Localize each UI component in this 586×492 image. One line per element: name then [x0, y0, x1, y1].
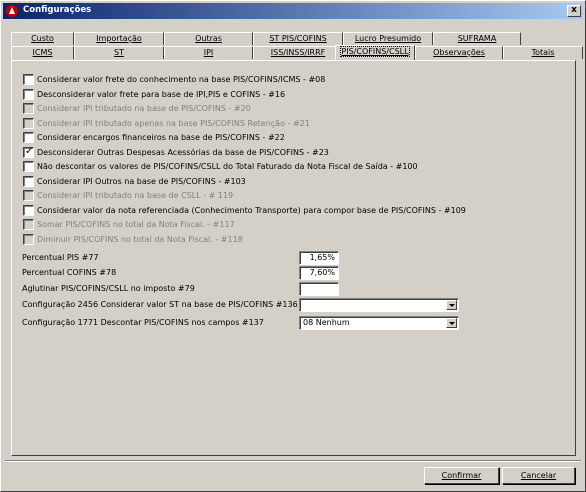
- tab-ipi[interactable]: IPI: [164, 46, 253, 59]
- aglutinar-input[interactable]: [299, 282, 339, 296]
- checkbox: [23, 190, 34, 201]
- chevron-down-icon[interactable]: [446, 300, 457, 310]
- tab-label: Observações: [433, 48, 485, 57]
- tab-label: ICMS: [32, 48, 53, 57]
- checkbox: [23, 117, 34, 129]
- checkbox-label: Diminuir PIS/COFINS no total da Nota Fis…: [37, 234, 243, 244]
- checkbox-label: Considerar IPI tributado apenas na base …: [37, 118, 310, 128]
- chevron-down-icon[interactable]: [446, 318, 457, 328]
- tab-importa-o[interactable]: Importação: [74, 32, 164, 45]
- confirm-button-label: Confirmar: [441, 471, 482, 480]
- tab-row-bottom: ICMS ST IPI ISS/INSS/IRRF PIS/COFINS/CSLL Obs…: [11, 45, 583, 60]
- checkbox-label: Somar PIS/COFINS no total da Nota Fiscal…: [37, 220, 235, 229]
- pis-label: Percentual PIS #77: [22, 253, 99, 262]
- cancel-button-label: Cancelar: [520, 471, 557, 480]
- checkbox-label: Considerar valor da nota referenciada (C…: [37, 205, 466, 215]
- checkbox-label: Considerar encargos financeiros na base …: [37, 133, 285, 142]
- tab-label: SUFRAMA: [457, 34, 497, 43]
- tab-pis-cofins-csll[interactable]: PIS/COFINS/CSLL: [335, 45, 415, 60]
- config-1771-value: 08 Nenhum: [303, 318, 350, 327]
- checkbox-label: Considerar valor frete do conhecimento n…: [37, 75, 326, 84]
- tab-iss-inss-irrf[interactable]: ISS/INSS/IRRF: [253, 46, 343, 59]
- title-bar[interactable]: Configurações x: [3, 3, 583, 19]
- tab-label: Importação: [96, 34, 142, 43]
- configuracoes-dialog: Configurações x Custo Importação Outras ST …: [0, 0, 586, 492]
- checkbox: [23, 103, 34, 114]
- footer-divider: [5, 460, 581, 462]
- config-2456-label: Configuração 2456 Considerar valor ST na…: [22, 300, 298, 309]
- checkbox-label: Desconsiderar valor frete para base de I…: [37, 89, 286, 99]
- tab-totais[interactable]: Totais: [503, 46, 583, 59]
- tab-label: ST: [114, 48, 124, 57]
- checkbox-label: Não descontar os valores de PIS/COFINS/C…: [37, 162, 418, 171]
- cancel-button[interactable]: Cancelar: [502, 467, 575, 484]
- checkbox: [23, 219, 34, 230]
- checkbox[interactable]: [23, 146, 34, 158]
- config-1771-label: Configuração 1771 Descontar PIS/COFINS n…: [22, 318, 264, 327]
- tab-custo[interactable]: Custo: [11, 32, 74, 45]
- tab-row-top: Custo Importação Outras ST PIS/COFINS Lucro …: [11, 32, 574, 45]
- checkbox[interactable]: [23, 74, 34, 85]
- confirm-button[interactable]: Confirmar: [424, 467, 499, 484]
- tab-label: Lucro Presumido: [354, 34, 422, 43]
- tab-label: Totais: [531, 48, 555, 57]
- tab-label: ISS/INSS/IRRF: [270, 48, 326, 57]
- tab-label: IPI: [203, 48, 214, 57]
- tab-label: ST PIS/COFINS: [269, 34, 327, 43]
- cofins-input[interactable]: 7,60%: [299, 266, 339, 280]
- config-2456-select[interactable]: [299, 298, 459, 312]
- cofins-label: Percentual COFINS #78: [22, 268, 117, 277]
- checkbox-label: Considerar IPI tributado na base de PIS/…: [37, 104, 251, 113]
- pis-input[interactable]: 1,65%: [299, 251, 339, 265]
- window-title: Configurações: [23, 5, 92, 15]
- checkbox-label: Desconsiderar Outras Despesas Acessórias…: [37, 147, 329, 157]
- checkbox[interactable]: [23, 88, 34, 100]
- checkbox[interactable]: [23, 175, 34, 187]
- tab-label: PIS/COFINS/CSLL: [340, 46, 410, 57]
- tab-label: Outras: [195, 34, 222, 43]
- checkbox-label: Considerar IPI tributado na base de CSLL…: [37, 191, 234, 200]
- tab-icms[interactable]: ICMS: [11, 46, 74, 59]
- checkbox: [23, 233, 34, 245]
- tab-outras[interactable]: Outras: [164, 32, 253, 45]
- checkbox-label: Considerar IPI Outros na base de PIS/COF…: [37, 176, 246, 186]
- tab-st-pis-cofins[interactable]: ST PIS/COFINS: [253, 32, 343, 45]
- tab-st[interactable]: ST: [74, 46, 164, 59]
- tab-observa-es[interactable]: Observações: [415, 46, 503, 59]
- tab-suframa[interactable]: SUFRAMA: [433, 32, 521, 45]
- close-button[interactable]: x: [567, 5, 581, 17]
- checkbox[interactable]: [23, 161, 34, 172]
- app-icon: [6, 5, 18, 17]
- config-1771-select[interactable]: 08 Nenhum: [299, 316, 459, 330]
- tab-lucro-presumido[interactable]: Lucro Presumido: [343, 32, 433, 45]
- checkbox[interactable]: [23, 132, 34, 143]
- tab-label: Custo: [31, 34, 54, 43]
- checkbox[interactable]: [23, 204, 34, 216]
- aglutinar-label: Aglutinar PIS/COFINS/CSLL no imposto #79: [22, 284, 195, 293]
